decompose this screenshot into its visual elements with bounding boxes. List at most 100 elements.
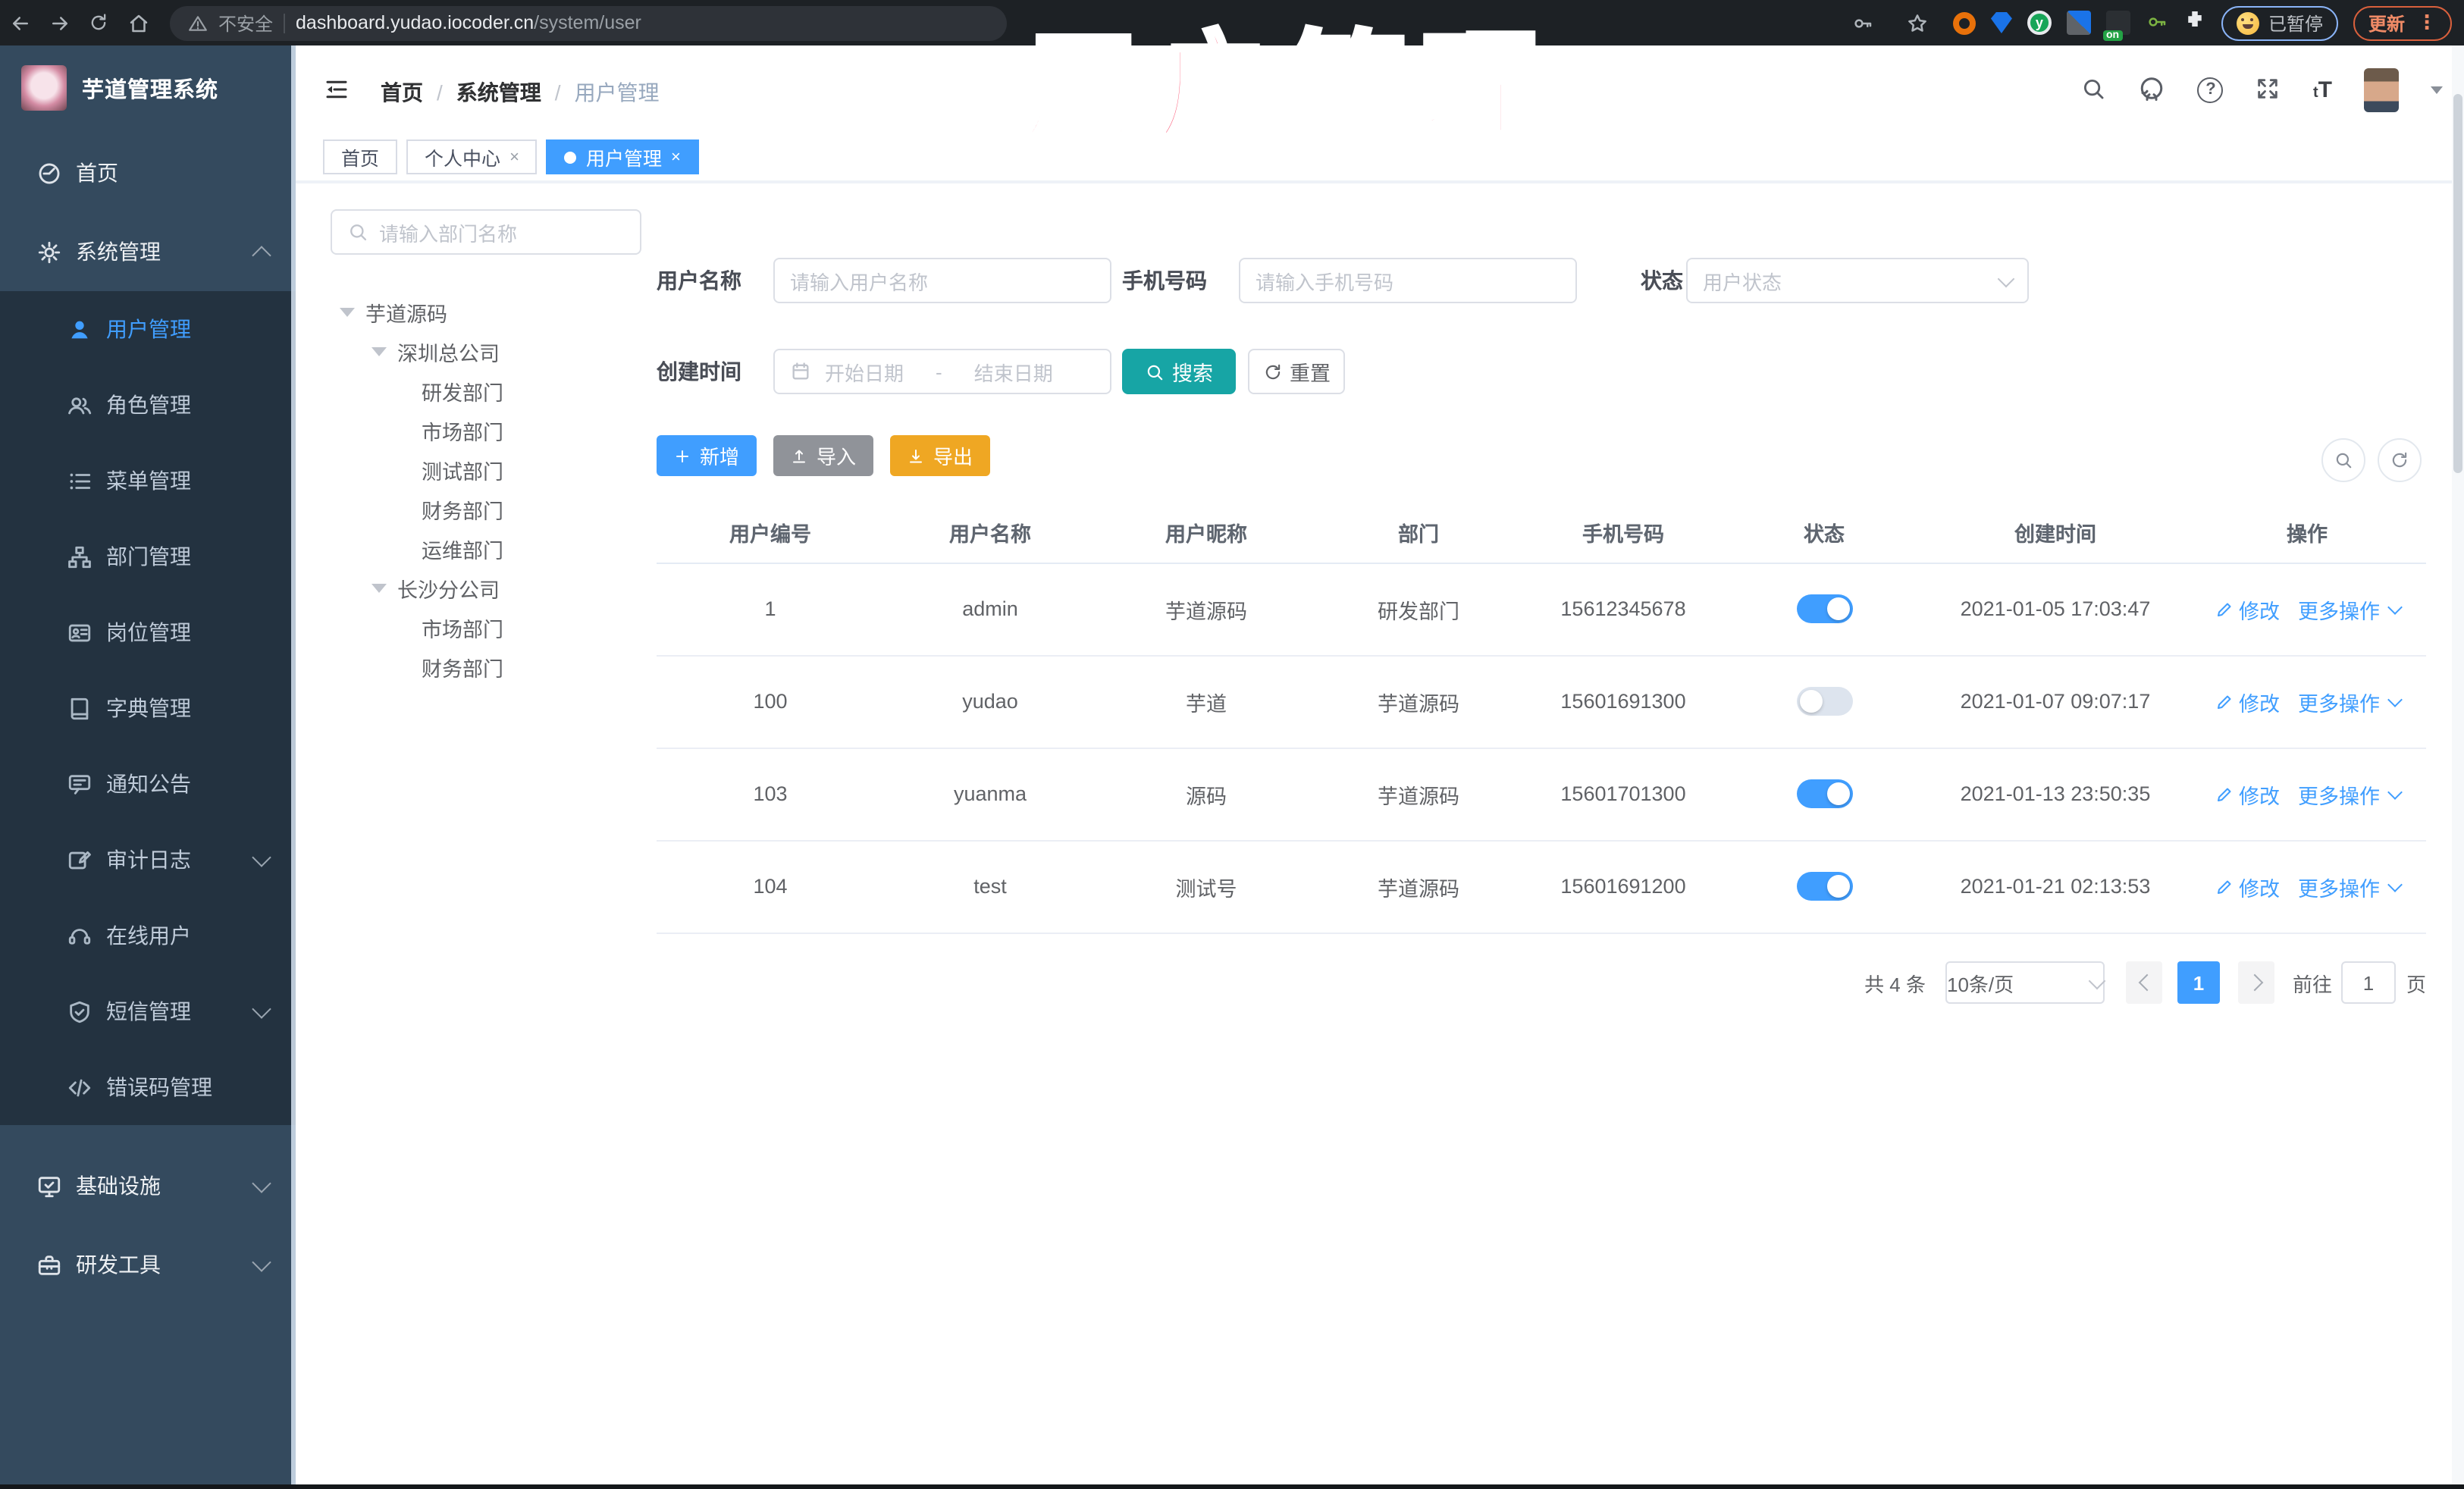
- dept-tree-node[interactable]: 长沙分公司: [331, 569, 649, 608]
- browser-menu-icon[interactable]: ⋮: [2417, 11, 2437, 35]
- sidebar-item-短信管理[interactable]: 短信管理: [0, 973, 296, 1049]
- cell-username: yudao: [884, 655, 1096, 748]
- edit-link[interactable]: 修改: [2239, 686, 2280, 716]
- browser-back-button[interactable]: [0, 3, 39, 42]
- address-bar[interactable]: 不安全 dashboard.yudao.iocoder.cn/system/us…: [170, 5, 1007, 40]
- dept-search-input[interactable]: 请输入部门名称: [331, 209, 641, 255]
- dept-tree-node[interactable]: 芋道源码: [331, 293, 649, 332]
- extension-switch-icon[interactable]: on: [2102, 11, 2130, 41]
- dept-tree-node[interactable]: 市场部门: [331, 411, 649, 450]
- more-actions-link[interactable]: 更多操作: [2298, 871, 2380, 901]
- app-logo-row[interactable]: 芋道管理系统: [0, 45, 296, 130]
- dept-tree-node-label: 长沙分公司: [397, 579, 500, 602]
- sidebar-item-审计日志[interactable]: 审计日志: [0, 822, 296, 898]
- sidebar-item-系统管理[interactable]: 系统管理: [0, 212, 296, 291]
- export-button[interactable]: 导出: [890, 435, 990, 476]
- download-icon: [908, 447, 926, 465]
- sidebar-item-研发工具[interactable]: 研发工具: [0, 1225, 296, 1304]
- reset-button[interactable]: 重置: [1248, 349, 1345, 394]
- sidebar-item-角色管理[interactable]: 角色管理: [0, 367, 296, 443]
- extension-ubuntu-icon[interactable]: [1952, 11, 1976, 34]
- next-page-button[interactable]: [2238, 961, 2274, 1004]
- extension-y-icon[interactable]: y: [2027, 11, 2052, 35]
- edit-link[interactable]: 修改: [2239, 871, 2280, 901]
- browser-update-button[interactable]: 更新 ⋮: [2353, 5, 2452, 40]
- page-size-select[interactable]: 10条/页: [1945, 961, 2106, 1004]
- dept-tree-node[interactable]: 深圳总公司: [331, 332, 649, 371]
- scrollbar-thumb[interactable]: [2453, 94, 2462, 473]
- status-select[interactable]: 用户状态: [1686, 258, 2029, 303]
- profile-paused-chip[interactable]: 已暂停: [2221, 5, 2338, 40]
- dept-tree-node[interactable]: 运维部门: [331, 529, 649, 569]
- password-key-icon[interactable]: [1844, 3, 1883, 42]
- dept-tree-node[interactable]: 研发部门: [331, 371, 649, 411]
- status-toggle[interactable]: [1796, 687, 1852, 716]
- sidebar-item-字典管理[interactable]: 字典管理: [0, 670, 296, 746]
- browser-home-button[interactable]: [118, 3, 158, 42]
- refresh-table-button[interactable]: [2378, 438, 2422, 482]
- status-toggle[interactable]: [1796, 872, 1852, 901]
- edit-link[interactable]: 修改: [2239, 594, 2280, 624]
- sidebar-item-在线用户[interactable]: 在线用户: [0, 898, 296, 973]
- tab-首页[interactable]: 首页: [323, 139, 398, 174]
- app-logo-avatar: [21, 65, 67, 111]
- edit-link[interactable]: 修改: [2239, 779, 2280, 809]
- current-page-button[interactable]: 1: [2177, 961, 2220, 1004]
- header-search-icon[interactable]: [2081, 76, 2107, 103]
- tab-个人中心[interactable]: 个人中心 ×: [406, 139, 538, 174]
- dept-search-placeholder: 请输入部门名称: [379, 222, 518, 245]
- dept-tree-node[interactable]: 测试部门: [331, 450, 649, 490]
- username-input[interactable]: 请输入用户名称: [773, 258, 1111, 303]
- sidebar-collapse-icon[interactable]: [323, 76, 350, 103]
- goto-page-input[interactable]: 1: [2341, 961, 2396, 1004]
- browser-forward-button[interactable]: [39, 3, 79, 42]
- extension-green-key-icon[interactable]: [2146, 9, 2168, 36]
- bookmark-star-icon[interactable]: [1898, 3, 1938, 42]
- more-actions-link[interactable]: 更多操作: [2298, 686, 2380, 716]
- dept-tree: 芋道源码 深圳总公司 研发部门 市场部门 测试部门 财务部门 运维部门 长沙分公…: [331, 293, 649, 687]
- help-icon[interactable]: ?: [2197, 77, 2224, 102]
- sidebar-item-首页[interactable]: 首页: [0, 133, 296, 212]
- date-range-input[interactable]: 开始日期 - 结束日期: [773, 349, 1111, 394]
- github-icon[interactable]: [2139, 76, 2166, 103]
- sidebar-item-部门管理[interactable]: 部门管理: [0, 519, 296, 594]
- font-size-icon[interactable]: tT: [2313, 77, 2332, 102]
- user-avatar[interactable]: [2364, 67, 2399, 111]
- avatar-caret-icon[interactable]: [2431, 86, 2443, 93]
- mobile-input[interactable]: 请输入手机号码: [1239, 258, 1577, 303]
- breadcrumb-system[interactable]: 系统管理: [456, 77, 541, 108]
- breadcrumb-home[interactable]: 首页: [381, 77, 423, 108]
- tree-expand-icon[interactable]: [371, 347, 387, 356]
- search-button[interactable]: 搜索: [1122, 349, 1236, 394]
- dept-tree-node[interactable]: 财务部门: [331, 647, 649, 687]
- sidebar-item-错误码管理[interactable]: 错误码管理: [0, 1049, 296, 1125]
- fullscreen-icon[interactable]: [2256, 76, 2281, 103]
- window-scrollbar[interactable]: [2452, 45, 2464, 1489]
- import-button[interactable]: 导入: [773, 435, 873, 476]
- extensions-puzzle-icon[interactable]: [2183, 8, 2206, 38]
- status-toggle[interactable]: [1796, 594, 1852, 623]
- dept-tree-node[interactable]: 市场部门: [331, 608, 649, 647]
- tree-expand-icon[interactable]: [371, 584, 387, 593]
- tab-用户管理[interactable]: 用户管理 ×: [546, 139, 699, 174]
- sidebar-item-label: 用户管理: [106, 317, 191, 341]
- sidebar-item-基础设施[interactable]: 基础设施: [0, 1146, 296, 1225]
- close-tab-icon[interactable]: ×: [509, 148, 519, 166]
- prev-page-button[interactable]: [2126, 961, 2162, 1004]
- not-secure-label[interactable]: 不安全: [218, 10, 273, 36]
- more-actions-link[interactable]: 更多操作: [2298, 779, 2380, 809]
- add-button[interactable]: 新增: [657, 435, 757, 476]
- extension-gem-icon[interactable]: [1990, 12, 2012, 33]
- status-toggle[interactable]: [1796, 779, 1852, 808]
- sidebar-item-菜单管理[interactable]: 菜单管理: [0, 443, 296, 519]
- extension-squares-icon[interactable]: [2066, 11, 2091, 35]
- tree-expand-icon[interactable]: [340, 308, 355, 317]
- close-tab-icon[interactable]: ×: [671, 148, 681, 166]
- sidebar-item-用户管理[interactable]: 用户管理: [0, 291, 296, 367]
- more-actions-link[interactable]: 更多操作: [2298, 594, 2380, 624]
- toggle-search-button[interactable]: [2321, 438, 2365, 482]
- browser-reload-button[interactable]: [79, 3, 118, 42]
- dept-tree-node[interactable]: 财务部门: [331, 490, 649, 529]
- sidebar-item-通知公告[interactable]: 通知公告: [0, 746, 296, 822]
- sidebar-item-岗位管理[interactable]: 岗位管理: [0, 594, 296, 670]
